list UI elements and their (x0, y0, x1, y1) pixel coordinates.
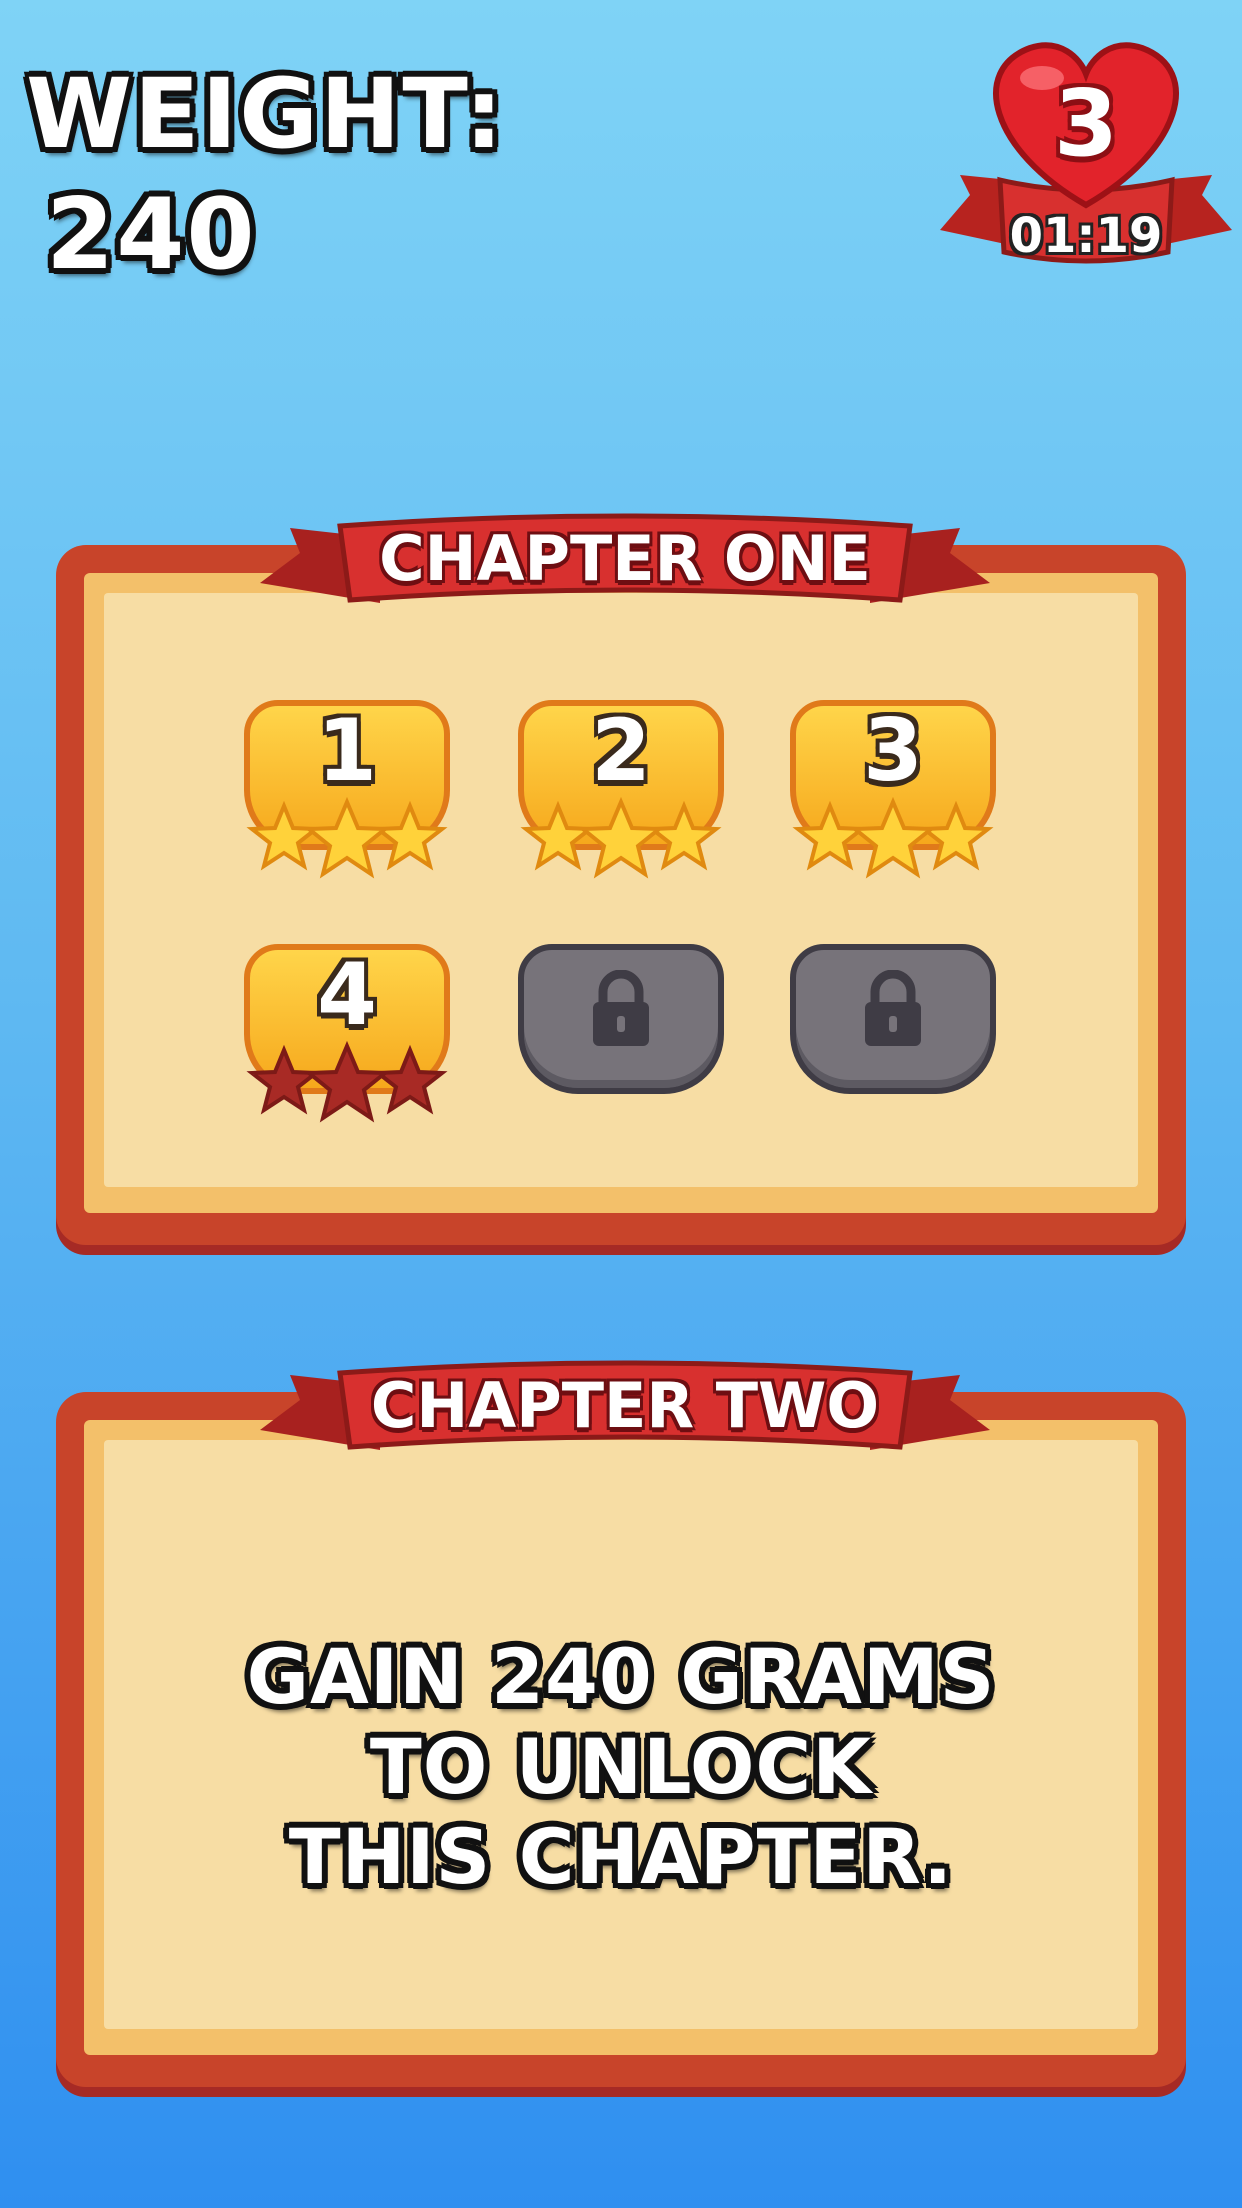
three-stars-icon (792, 796, 994, 879)
level-2-button[interactable]: 2 (518, 700, 724, 880)
level-number: 2 (591, 701, 651, 801)
level-6-locked[interactable] (790, 944, 996, 1124)
level-number: 4 (317, 945, 377, 1045)
three-stars-icon (520, 796, 722, 879)
chapter-two-ribbon: CHAPTER TWO (260, 1355, 990, 1465)
weight-label: WEIGHT: (26, 58, 505, 170)
chapter-one-panel (56, 545, 1186, 1245)
three-stars-icon (246, 796, 448, 879)
lives-count: 3 (1053, 70, 1118, 177)
chapter-two-locked-message: GAIN 240 GRAMS TO UNLOCK THIS CHAPTER. (246, 1632, 996, 1901)
weight-value: 240 (46, 178, 257, 292)
level-4-button[interactable]: 4 (244, 944, 450, 1124)
chapter-one-ribbon: CHAPTER ONE (260, 508, 990, 618)
lock-icon (865, 970, 921, 1046)
level-3-button[interactable]: 3 (790, 700, 996, 880)
level-5-locked[interactable] (518, 944, 724, 1124)
chapter-one-title: CHAPTER ONE (379, 522, 871, 595)
lives-timer: 01:19 (1009, 208, 1163, 264)
chapter-two-title: CHAPTER TWO (370, 1369, 880, 1442)
empty-stars-icon (246, 1040, 448, 1123)
lives-widget[interactable]: 3 01:19 (930, 30, 1242, 280)
level-1-button[interactable]: 1 (244, 700, 450, 880)
lock-icon (593, 970, 649, 1046)
level-number: 3 (863, 701, 923, 801)
level-number: 1 (317, 701, 377, 801)
